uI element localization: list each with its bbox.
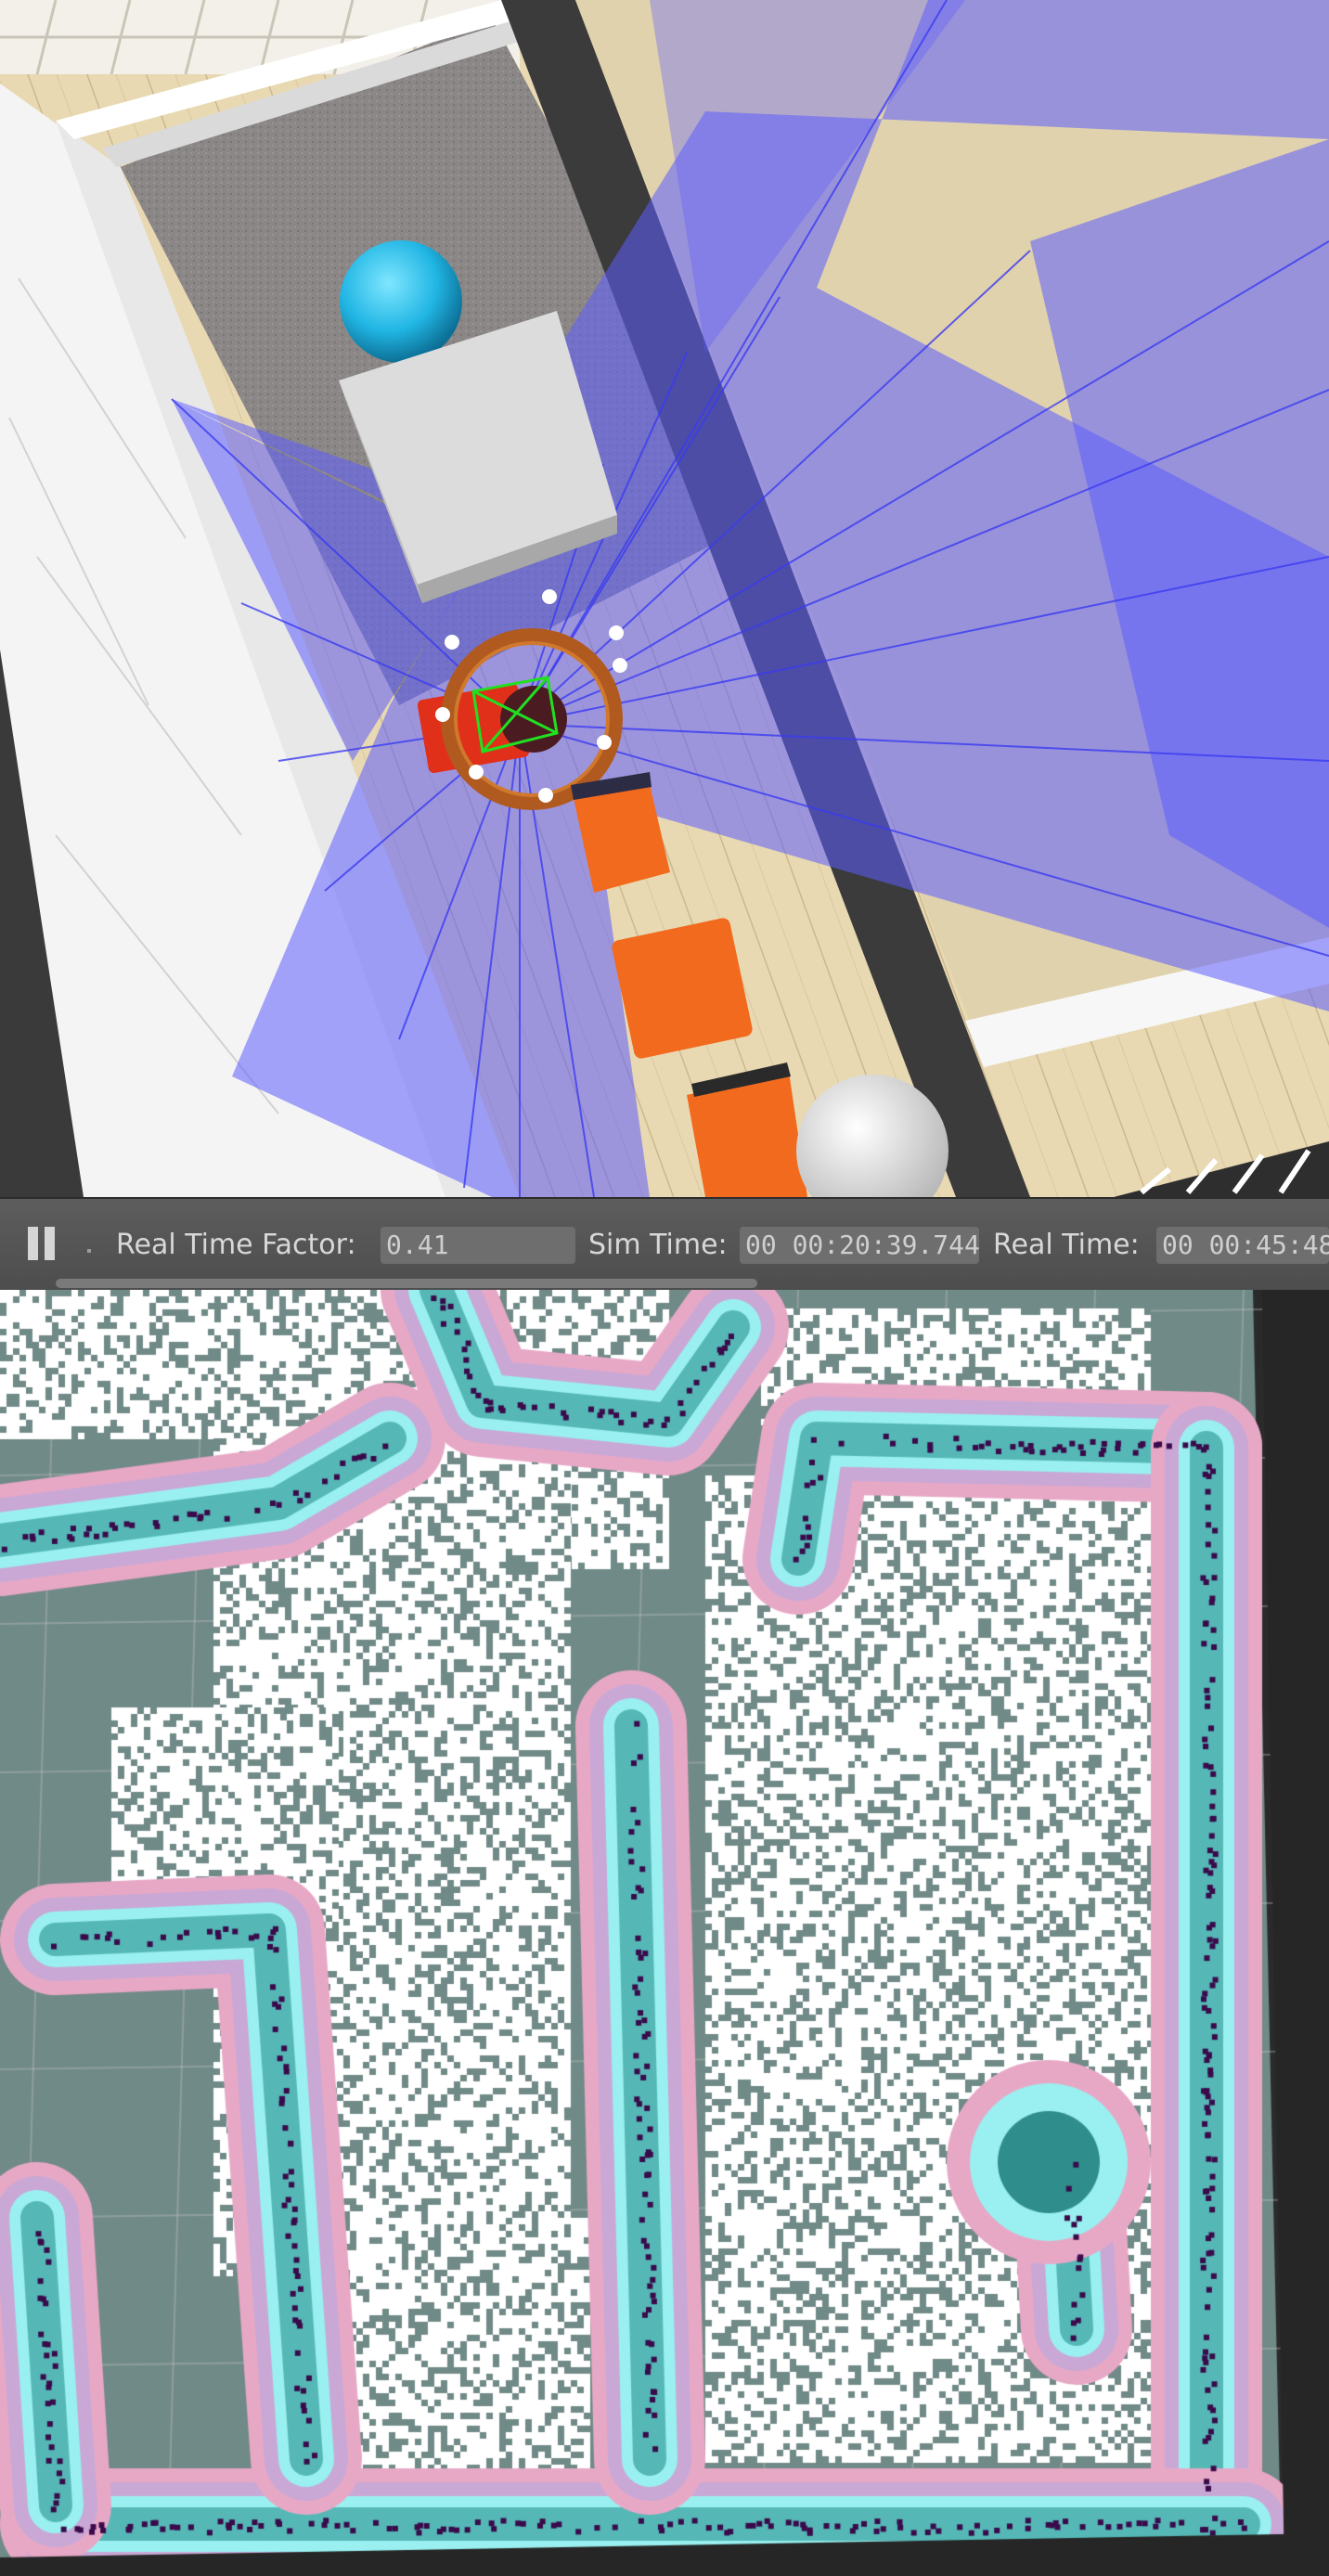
sim-time-field: 00 00:20:39.744 — [740, 1227, 979, 1264]
real-time-field: 00 00:45:48 — [1156, 1227, 1329, 1264]
sim-time-label: Sim Time: — [588, 1229, 728, 1261]
scene-render — [0, 0, 1329, 1197]
pause-icon[interactable] — [24, 1225, 61, 1262]
blue-sphere-object — [340, 240, 462, 363]
real-time-label: Real Time: — [993, 1229, 1140, 1261]
toolbar-separator — [87, 1249, 91, 1253]
simulation-window: Real Time Factor: 0.41 Sim Time: 00 00:2… — [0, 0, 1329, 2576]
rviz-costmap-view[interactable] — [0, 1290, 1329, 2576]
gazebo-3d-viewport[interactable] — [0, 0, 1329, 1197]
toolbar-scrollbar[interactable] — [56, 1279, 757, 1288]
costmap-render — [0, 1290, 1329, 2576]
real-time-factor-field: 0.41 — [381, 1227, 575, 1264]
sim-status-toolbar: Real Time Factor: 0.41 Sim Time: 00 00:2… — [0, 1197, 1329, 1290]
real-time-factor-label: Real Time Factor: — [116, 1229, 356, 1261]
